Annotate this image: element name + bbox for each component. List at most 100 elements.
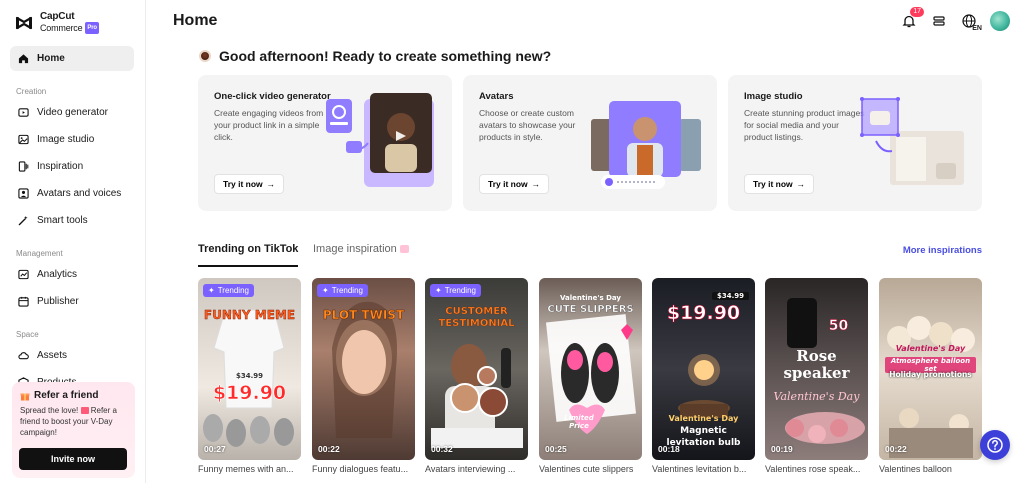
heart-letter-icon	[80, 407, 89, 415]
sidebar-item-analytics[interactable]: Analytics	[10, 262, 134, 287]
sidebar-item-label: Avatars and voices	[37, 188, 122, 199]
avatars-illustration	[591, 101, 701, 189]
duration-label: 00:18	[658, 444, 680, 454]
thumb-number: 50	[828, 318, 849, 335]
card-description: Create engaging videos from your product…	[214, 108, 324, 142]
duration-label: 00:22	[885, 444, 907, 454]
thumb-illustration	[332, 301, 397, 438]
stack-menu-button[interactable]	[930, 12, 948, 30]
template-thumb-cute-slippers[interactable]: Valentine's Day CUTE SLIPPERS Limited Pr…	[539, 278, 642, 460]
sidebar-item-avatars-voices[interactable]: Avatars and voices	[10, 181, 134, 206]
tab-trending-tiktok[interactable]: Trending on TikTok	[198, 243, 299, 267]
thumb-line2: Magnetic	[680, 426, 727, 436]
language-label: EN	[972, 25, 982, 32]
sidebar-item-video-generator[interactable]: Video generator	[10, 100, 134, 125]
sidebar-item-smart-tools[interactable]: Smart tools	[10, 208, 134, 233]
inspiration-icon	[18, 161, 29, 172]
logo[interactable]: CapCut Commerce Pro	[14, 12, 99, 34]
card-avatars[interactable]: Avatars Choose or create custom avatars …	[463, 75, 717, 211]
sidebar-item-label: Smart tools	[37, 215, 88, 226]
thumb-price: $19.90	[666, 302, 741, 325]
thumb-headline: CUTE SLIPPERS	[547, 304, 634, 315]
more-inspirations-link[interactable]: More inspirations	[903, 245, 982, 256]
template-thumb-funny-meme[interactable]: ✦ Trending FUNNY MEME $34.99 $19.90 00:27	[198, 278, 301, 460]
sidebar-item-assets[interactable]: Assets	[10, 343, 134, 368]
refer-description: Spread the love! Refer a friend to boost…	[20, 405, 127, 438]
sidebar-item-home[interactable]: Home	[10, 46, 134, 71]
trending-badge: ✦ Trending	[317, 284, 368, 297]
video-generator-icon	[18, 108, 29, 117]
sidebar-item-label: Home	[37, 53, 65, 64]
arrow-right-icon: →	[796, 179, 806, 189]
pro-badge: Pro	[85, 22, 99, 34]
section-creation: Creation	[16, 87, 47, 96]
badge-label: Trending	[444, 286, 476, 295]
refer-title: Refer a friend	[34, 390, 99, 401]
sidebar-item-image-studio[interactable]: Image studio	[10, 127, 134, 152]
template-thumb-levitation-bulb[interactable]: $34.99 $19.90 Valentine's Day Magnetic l…	[652, 278, 755, 460]
card-description: Choose or create custom avatars to showc…	[479, 108, 576, 142]
help-button[interactable]	[980, 430, 1010, 460]
template-caption[interactable]: Valentines balloon	[879, 464, 982, 474]
duration-label: 00:19	[771, 444, 793, 454]
try-it-now-button[interactable]: Try it now →	[479, 174, 550, 194]
thumb-headline: Rose speaker	[783, 347, 850, 382]
stack-icon	[933, 16, 945, 26]
notifications-button[interactable]: 17	[900, 7, 924, 30]
invite-now-button[interactable]: Invite now	[19, 448, 127, 470]
thumb-line1: Valentine's Day	[668, 414, 739, 423]
badge-label: Trending	[331, 286, 363, 295]
refer-desc-part1: Spread the love!	[20, 406, 79, 415]
language-button[interactable]: EN	[960, 12, 982, 32]
button-label: Try it now	[488, 179, 528, 189]
home-icon	[18, 54, 29, 64]
template-caption[interactable]: Valentines levitation b...	[652, 464, 755, 474]
thumb-headline: CUSTOMER TESTIMONIAL	[438, 306, 515, 329]
template-caption[interactable]: Funny memes with an...	[198, 464, 301, 474]
thumb-script: Valentine's Day	[773, 390, 860, 403]
thumb-small-price: $34.99	[712, 292, 749, 300]
try-it-now-button[interactable]: Try it now →	[214, 174, 285, 194]
arrow-right-icon: →	[531, 179, 541, 189]
template-caption[interactable]: Valentines cute slippers	[539, 464, 642, 474]
template-thumb-plot-twist[interactable]: ✦ Trending PLOT TWIST 00:22	[312, 278, 415, 460]
template-thumb-customer-testimonial[interactable]: ✦ Trending CUSTOMER TESTIMONIAL 00:32	[425, 278, 528, 460]
magic-wand-icon	[18, 215, 28, 226]
brand-line2: Commerce	[40, 23, 83, 33]
sparkle-icon: ✦	[208, 286, 215, 295]
template-caption[interactable]: Funny dialogues featu...	[312, 464, 415, 474]
inspiration-tabs: Trending on TikTok Image inspiration Mor…	[198, 243, 982, 267]
tab-label: Image inspiration	[313, 243, 397, 255]
sidebar-item-inspiration[interactable]: Inspiration	[10, 154, 134, 179]
template-caption[interactable]: Avatars interviewing ...	[425, 464, 528, 474]
user-avatar[interactable]	[990, 11, 1010, 31]
template-thumb-valentines-balloon[interactable]: Valentine's Day Atmosphere balloon set H…	[879, 278, 982, 460]
card-video-generator[interactable]: One-click video generator Create engagin…	[198, 75, 452, 211]
button-label: Try it now	[223, 179, 263, 189]
thumb-small-price: $34.99	[235, 372, 263, 380]
sidebar: CapCut Commerce Pro Home Creation Video g…	[0, 0, 146, 483]
video-generator-illustration	[326, 93, 434, 187]
image-studio-icon	[18, 134, 29, 145]
template-thumb-rose-speaker[interactable]: 50 Rose speaker Valentine's Day 00:19	[765, 278, 868, 460]
card-image-studio[interactable]: Image studio Create stunning product ima…	[728, 75, 982, 211]
capcut-logo-icon	[15, 16, 33, 30]
refer-title-row: Refer a friend	[20, 390, 127, 401]
tab-image-inspiration[interactable]: Image inspiration	[313, 243, 409, 267]
brand-line1: CapCut	[40, 11, 75, 22]
template-caption[interactable]: Valentines rose speak...	[765, 464, 868, 474]
thumb-small-headline: Valentine's Day	[560, 294, 621, 302]
arrow-right-icon: →	[266, 179, 276, 189]
cloud-icon	[18, 352, 29, 360]
calendar-icon	[18, 296, 29, 307]
thumb-script1: Valentine's Day	[895, 344, 966, 353]
sparkle-icon: ✦	[322, 286, 329, 295]
badge-label: Trending	[217, 286, 249, 295]
greeting: Good afternoon! Ready to create somethin…	[199, 48, 551, 64]
header-icons: 17 EN	[900, 7, 1010, 32]
heart-icon	[399, 245, 409, 254]
duration-label: 00:22	[318, 444, 340, 454]
logo-text: CapCut Commerce Pro	[40, 12, 99, 34]
try-it-now-button[interactable]: Try it now →	[744, 174, 815, 194]
sidebar-item-publisher[interactable]: Publisher	[10, 289, 134, 314]
